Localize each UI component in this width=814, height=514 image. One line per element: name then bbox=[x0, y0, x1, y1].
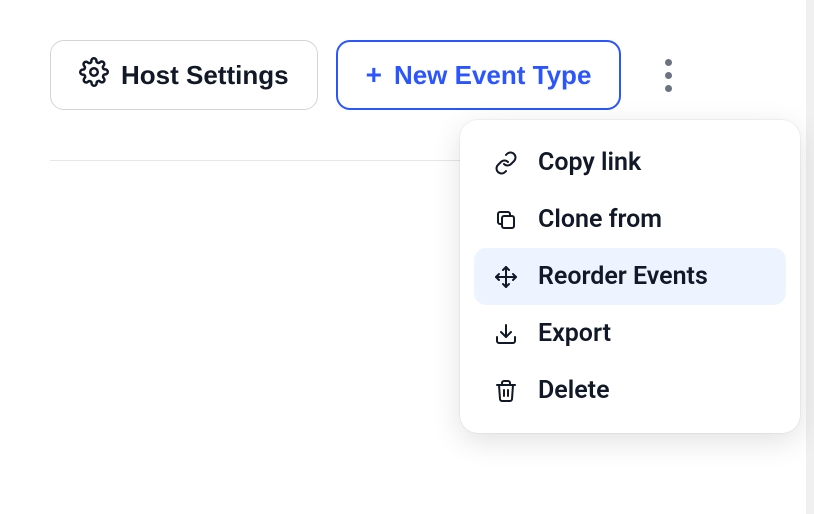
plus-icon: + bbox=[366, 61, 382, 89]
menu-item-label: Reorder Events bbox=[538, 262, 708, 291]
menu-item-reorder-events[interactable]: Reorder Events bbox=[474, 248, 786, 305]
menu-item-copy-link[interactable]: Copy link bbox=[474, 134, 786, 191]
host-settings-label: Host Settings bbox=[121, 60, 289, 91]
clone-icon bbox=[492, 206, 520, 234]
scrollbar-gutter bbox=[806, 0, 814, 514]
trash-icon bbox=[492, 377, 520, 405]
new-event-type-label: New Event Type bbox=[394, 60, 591, 91]
host-settings-button[interactable]: Host Settings bbox=[50, 40, 318, 110]
move-icon bbox=[492, 263, 520, 291]
menu-item-delete[interactable]: Delete bbox=[474, 362, 786, 419]
link-icon bbox=[492, 149, 520, 177]
menu-item-label: Clone from bbox=[538, 205, 662, 234]
menu-item-export[interactable]: Export bbox=[474, 305, 786, 362]
menu-item-label: Delete bbox=[538, 376, 610, 405]
more-options-button[interactable] bbox=[643, 50, 693, 100]
more-vertical-icon bbox=[665, 59, 672, 92]
new-event-type-button[interactable]: + New Event Type bbox=[336, 40, 622, 110]
menu-item-label: Export bbox=[538, 319, 611, 348]
menu-item-label: Copy link bbox=[538, 148, 641, 177]
download-icon bbox=[492, 320, 520, 348]
gear-icon bbox=[79, 57, 109, 94]
more-options-menu: Copy link Clone from Reorder Events bbox=[460, 120, 800, 433]
menu-item-clone-from[interactable]: Clone from bbox=[474, 191, 786, 248]
